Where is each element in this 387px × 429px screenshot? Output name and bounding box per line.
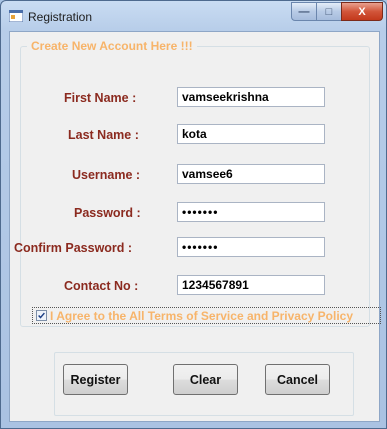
confirm-password-input[interactable]: •••••••: [177, 237, 325, 257]
checkmark-icon: [38, 312, 45, 319]
last-name-label: Last Name :: [68, 128, 139, 142]
confirm-password-label: Confirm Password :: [14, 241, 133, 255]
groupbox-legend: Create New Account Here !!!: [27, 39, 197, 53]
first-name-label: First Name :: [64, 91, 137, 105]
minimize-icon: —: [298, 5, 310, 18]
contact-no-input[interactable]: 1234567891: [177, 275, 325, 295]
app-icon: [9, 10, 23, 22]
password-label: Password :: [74, 206, 141, 220]
username-label: Username :: [72, 168, 141, 182]
maximize-icon: □: [325, 5, 333, 18]
window-title: Registration: [28, 10, 93, 24]
password-input[interactable]: •••••••: [177, 202, 325, 222]
minimize-button[interactable]: —: [291, 2, 317, 21]
maximize-button[interactable]: □: [316, 2, 342, 21]
create-account-groupbox: Create New Account Here !!! First Name :…: [14, 39, 370, 327]
last-name-input[interactable]: kota: [177, 124, 325, 144]
terms-checkbox[interactable]: [36, 310, 47, 321]
clear-button[interactable]: Clear: [173, 364, 238, 395]
close-icon: X: [358, 5, 366, 18]
registration-window: Registration — □ X Create New Account He…: [0, 0, 387, 429]
close-button[interactable]: X: [341, 2, 383, 21]
contact-no-label: Contact No :: [64, 279, 139, 293]
terms-checkbox-row[interactable]: I Agree to the All Terms of Service and …: [32, 307, 381, 324]
terms-label[interactable]: I Agree to the All Terms of Service and …: [50, 309, 353, 323]
username-input[interactable]: vamsee6: [177, 164, 325, 184]
title-bar[interactable]: Registration — □ X: [1, 1, 386, 31]
form-client-area: Create New Account Here !!! First Name :…: [9, 31, 381, 422]
cancel-button[interactable]: Cancel: [265, 364, 330, 395]
button-panel: Register Clear Cancel: [54, 352, 354, 416]
first-name-input[interactable]: vamseekrishna: [177, 87, 325, 107]
register-button[interactable]: Register: [63, 364, 128, 395]
